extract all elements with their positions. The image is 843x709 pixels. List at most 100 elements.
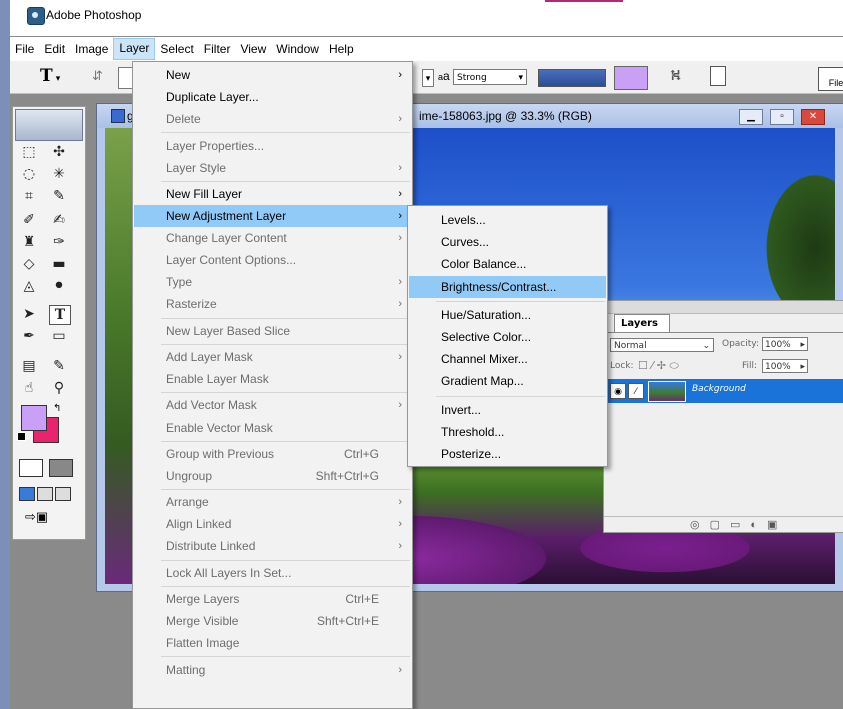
screen-mode-standard-icon[interactable] (19, 487, 35, 501)
submenu-item-threshold[interactable]: Threshold... (409, 421, 606, 443)
layer-menu-item-merge-visible[interactable]: Merge Visible Shft+Ctrl+E (134, 610, 411, 632)
palettes-icon[interactable] (710, 66, 726, 86)
adobe-online-icon[interactable] (15, 109, 83, 141)
history-brush-icon[interactable]: ✑ (49, 233, 69, 251)
warp-text-icon[interactable]: ⛕ (670, 67, 681, 86)
layer-menu-item-distribute-linked[interactable]: Distribute Linked › (134, 535, 411, 557)
clone-stamp-icon[interactable]: ♜ (19, 233, 39, 251)
menu-layer[interactable]: Layer (113, 38, 156, 60)
crop-tool-icon[interactable]: ⌗ (19, 187, 39, 205)
screen-mode-full-icon[interactable] (55, 487, 71, 501)
hand-tool-icon[interactable]: ☝ (19, 379, 39, 397)
path-selection-icon[interactable]: ➤ (19, 305, 39, 323)
eyedropper-icon[interactable]: ✎ (49, 357, 69, 375)
screen-mode-full-menu-icon[interactable] (37, 487, 53, 501)
text-orientation-icon[interactable]: ⇵ (92, 68, 103, 84)
layer-menu-item-duplicate-layer[interactable]: Duplicate Layer... (134, 86, 411, 108)
default-colors-icon[interactable] (17, 432, 26, 441)
menu-view[interactable]: View (235, 39, 271, 59)
menu-help[interactable]: Help (324, 39, 359, 59)
move-tool-icon[interactable]: ✣ (49, 143, 69, 161)
layer-menu-item-arrange[interactable]: Arrange › (134, 491, 411, 513)
standard-mode-icon[interactable] (19, 459, 43, 477)
brush-link-icon[interactable]: ⁄ (628, 383, 644, 399)
submenu-item-invert[interactable]: Invert... (409, 399, 606, 421)
notes-tool-icon[interactable]: ▤ (19, 357, 39, 375)
layer-menu-item-align-linked[interactable]: Align Linked › (134, 513, 411, 535)
menu-image[interactable]: Image (70, 39, 113, 59)
swap-colors-icon[interactable]: ↰ (53, 403, 61, 414)
quick-mask-icon[interactable] (49, 459, 73, 477)
submenu-item-channel-mixer[interactable]: Channel Mixer... (409, 348, 606, 370)
submenu-item-color-balance[interactable]: Color Balance... (409, 253, 606, 275)
submenu-item-levels[interactable]: Levels... (409, 209, 606, 231)
minimize-button[interactable]: ▁ (739, 109, 763, 125)
healing-brush-icon[interactable]: ✐ (19, 211, 39, 229)
layer-menu-item-enable-vector-mask[interactable]: Enable Vector Mask (134, 417, 411, 439)
layer-buttons-row[interactable]: ◎▢▭◐▣ (604, 516, 843, 532)
blur-tool-icon[interactable]: ◬ (19, 277, 39, 295)
layer-menu-item-layer-content-options[interactable]: Layer Content Options... (134, 249, 411, 271)
maximize-button[interactable]: ▫ (770, 109, 794, 125)
submenu-item-selective-color[interactable]: Selective Color... (409, 326, 606, 348)
chevron-right-icon: › (398, 663, 402, 676)
magic-wand-icon[interactable]: ✳ (49, 165, 69, 183)
submenu-item-curves[interactable]: Curves... (409, 231, 606, 253)
menu-edit[interactable]: Edit (39, 39, 70, 59)
menu-filter[interactable]: Filter (199, 39, 236, 59)
layer-menu-item-delete[interactable]: Delete › (134, 108, 411, 130)
layer-menu-item-merge-layers[interactable]: Merge Layers Ctrl+E (134, 588, 411, 610)
jump-to-imageready-icon[interactable]: ⇨▣ (25, 509, 65, 525)
menu-window[interactable]: Window (271, 39, 324, 59)
layer-menu-item-change-layer-content[interactable]: Change Layer Content › (134, 227, 411, 249)
tab-layers[interactable]: Layers (614, 314, 670, 332)
rectangle-tool-icon[interactable]: ▭ (49, 327, 69, 345)
layer-menu-item-add-vector-mask[interactable]: Add Vector Mask › (134, 394, 411, 416)
text-color-swatch[interactable] (614, 66, 648, 90)
text-tool-preset[interactable]: T ▾ (40, 66, 60, 86)
submenu-item-hue-saturation[interactable]: Hue/Saturation... (409, 304, 606, 326)
eye-icon[interactable]: ◉ (610, 383, 626, 399)
menu-file[interactable]: File (10, 39, 39, 59)
submenu-item-posterize[interactable]: Posterize... (409, 443, 606, 465)
close-button[interactable]: ✕ (801, 109, 825, 125)
layer-menu-item-group-with-previous[interactable]: Group with Previous Ctrl+G (134, 443, 411, 465)
submenu-item-brightness-contrast[interactable]: Brightness/Contrast... (409, 275, 606, 298)
layer-menu-item-enable-layer-mask[interactable]: Enable Layer Mask (134, 368, 411, 390)
layer-row-background[interactable]: ◉ ⁄ Background (604, 379, 843, 403)
menu-select[interactable]: Select (155, 39, 198, 59)
layer-menu-item-lock-all-layers-in-set[interactable]: Lock All Layers In Set... (134, 562, 411, 584)
layer-menu-item-new-adjustment-layer[interactable]: New Adjustment Layer › (134, 205, 411, 227)
layer-menu-item-new-layer-based-slice[interactable]: New Layer Based Slice (134, 320, 411, 342)
file-browser-button[interactable]: File (818, 67, 843, 91)
layer-menu-item-add-layer-mask[interactable]: Add Layer Mask › (134, 346, 411, 368)
layer-menu-item-type[interactable]: Type › (134, 271, 411, 293)
type-tool-icon[interactable]: T (49, 305, 71, 325)
zoom-tool-icon[interactable]: ⚲ (49, 379, 69, 397)
align-buttons[interactable] (538, 69, 606, 87)
layer-menu-item-rasterize[interactable]: Rasterize › (134, 293, 411, 315)
marquee-tool-icon[interactable]: ⬚ (19, 143, 39, 161)
eraser-tool-icon[interactable]: ◇ (19, 255, 39, 273)
fill-field[interactable]: 100% ▸ (762, 359, 808, 373)
pen-tool-icon[interactable]: ✒ (19, 327, 39, 345)
layer-menu-item-matting[interactable]: Matting › (134, 659, 411, 681)
brush-tool-icon[interactable]: ✍ (49, 211, 69, 229)
layer-menu-item-layer-properties[interactable]: Layer Properties... (134, 135, 411, 157)
antialias-dropdown[interactable]: Strong ▾ (453, 69, 527, 85)
layer-menu-item-new-fill-layer[interactable]: New Fill Layer › (134, 183, 411, 205)
slice-tool-icon[interactable]: ✎ (49, 187, 69, 205)
font-size-dropdown-icon[interactable]: ▾ (422, 69, 434, 87)
layer-menu-item-new[interactable]: New › (134, 64, 411, 86)
lasso-tool-icon[interactable]: ◌ (19, 165, 39, 183)
submenu-item-gradient-map[interactable]: Gradient Map... (409, 370, 606, 392)
dodge-tool-icon[interactable]: ⚫ (49, 277, 69, 295)
blend-mode-dropdown[interactable]: Normal ⌄ (610, 338, 714, 352)
layer-menu-item-ungroup[interactable]: Ungroup Shft+Ctrl+G (134, 465, 411, 487)
layer-menu-item-layer-style[interactable]: Layer Style › (134, 157, 411, 179)
palette-title-bar[interactable] (604, 301, 843, 314)
gradient-tool-icon[interactable]: ▬ (49, 255, 69, 273)
layer-menu-item-flatten-image[interactable]: Flatten Image (134, 632, 411, 654)
opacity-field[interactable]: 100% ▸ (762, 337, 808, 351)
lock-icons[interactable]: ☐ ⁄ ✢ ⬭ (638, 359, 679, 373)
